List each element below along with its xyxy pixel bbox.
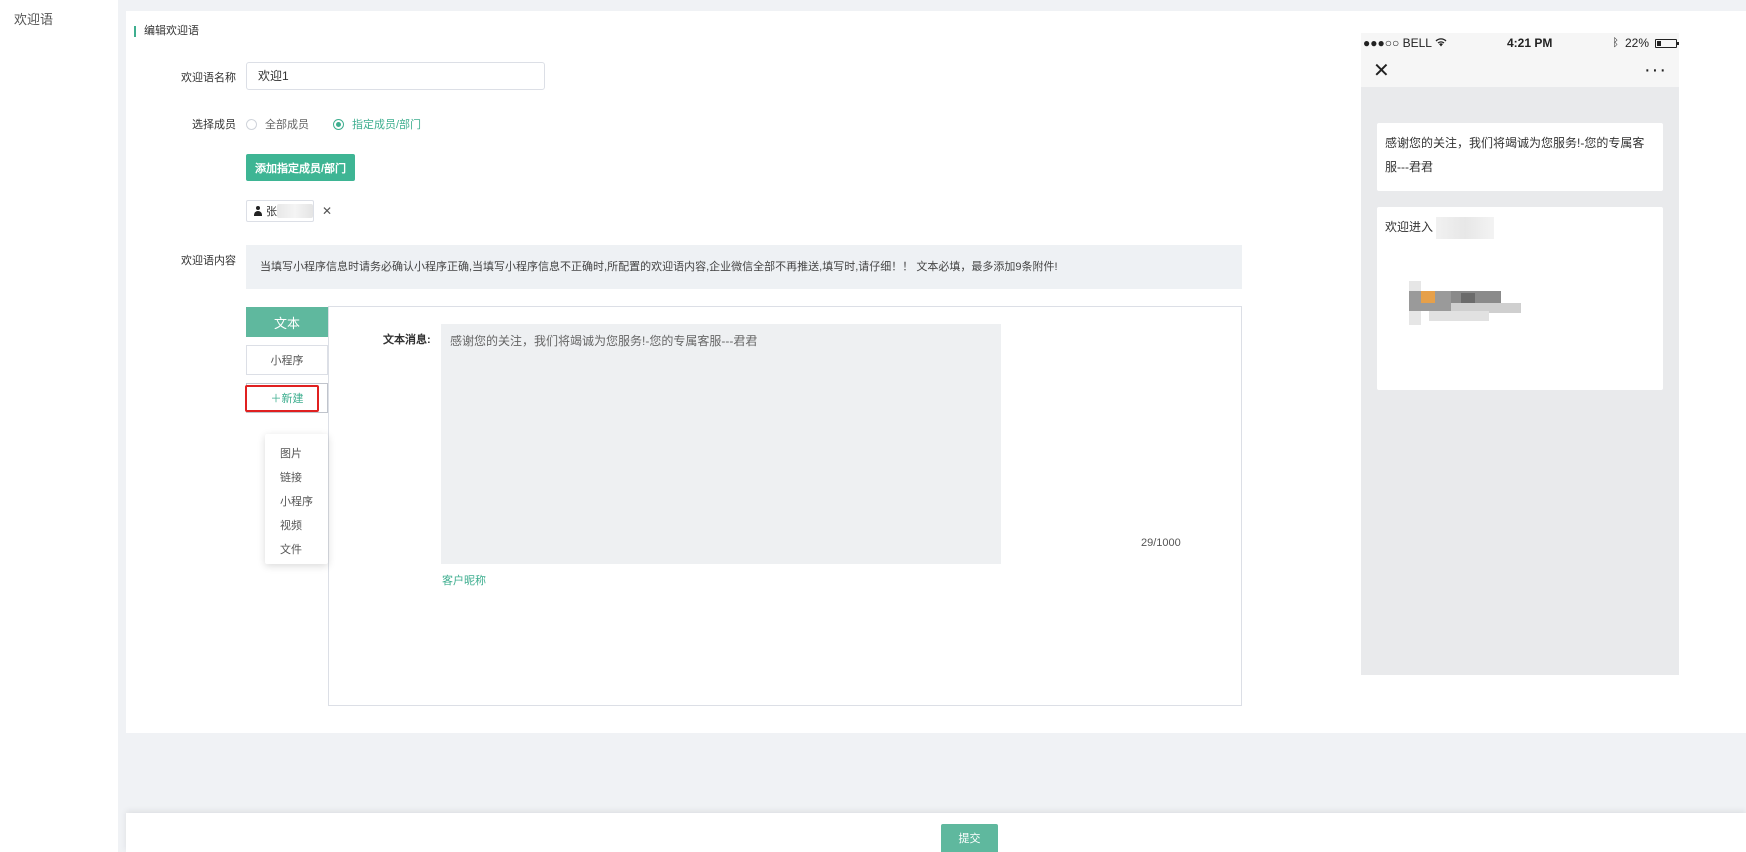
- radio-specific-members[interactable]: 指定成员/部门: [333, 116, 421, 132]
- char-counter: 29/1000: [1141, 537, 1181, 549]
- radio-specific-label: 指定成员/部门: [352, 119, 422, 131]
- tab-new[interactable]: ＋新建: [245, 383, 328, 413]
- phone-preview: ●●●○○ BELL 4:21 PM ᛒ 22% ✕ ··· 感谢您的关注，我们…: [1361, 33, 1679, 675]
- dropdown-item-video[interactable]: 视频: [265, 514, 328, 538]
- blurred-title: [1436, 216, 1495, 239]
- phone-statusbar: ●●●○○ BELL 4:21 PM ᛒ 22%: [1361, 33, 1679, 53]
- text-message-label: 文本消息:: [383, 334, 431, 346]
- insert-nickname-link[interactable]: 客户昵称: [442, 572, 486, 588]
- member-tag-box: 张: [246, 200, 314, 222]
- battery-percent: 22%: [1624, 36, 1649, 50]
- blurred-image: [1399, 281, 1521, 327]
- dropdown-item-file[interactable]: 文件: [265, 538, 328, 562]
- member-tag-name: 张: [266, 206, 277, 218]
- status-right: ᛒ 22%: [1612, 36, 1679, 50]
- bluetooth-icon: ᛒ: [1612, 37, 1619, 49]
- close-icon[interactable]: ✕: [322, 204, 332, 218]
- radio-dot: [246, 118, 257, 130]
- preview-message-card: 欢迎进入: [1377, 207, 1663, 390]
- close-icon[interactable]: ✕: [1373, 58, 1390, 83]
- dropdown-item-image[interactable]: 图片: [265, 442, 328, 466]
- notice-banner: 当填写小程序信息时请务必确认小程序正确,当填写小程序信息不正确时,所配置的欢迎语…: [246, 245, 1242, 289]
- add-member-button[interactable]: 添加指定成员/部门: [246, 154, 355, 181]
- blurred-name: [277, 204, 313, 218]
- radio-all-label: 全部成员: [265, 119, 309, 131]
- nav-item-welcome[interactable]: 欢迎语: [14, 9, 53, 28]
- user-icon: [253, 206, 263, 216]
- phone-time: 4:21 PM: [1506, 36, 1553, 50]
- footer-bar: [126, 813, 1746, 852]
- radio-dot: [333, 118, 344, 130]
- welcome-name-input[interactable]: 欢迎1: [246, 62, 545, 90]
- tab-miniprogram[interactable]: 小程序: [246, 345, 328, 375]
- name-label: 欢迎语名称: [181, 72, 236, 84]
- radio-all-members[interactable]: 全部成员: [246, 116, 309, 132]
- carrier-text: ●●●○○ BELL: [1363, 36, 1432, 50]
- dropdown-item-link[interactable]: 链接: [265, 466, 328, 490]
- new-attachment-dropdown: 图片 链接 小程序 视频 文件: [265, 434, 328, 564]
- submit-button[interactable]: 提交: [941, 824, 998, 852]
- text-message-textarea[interactable]: 感谢您的关注，我们将竭诚为您服务!-您的专属客服---君君: [441, 324, 1001, 564]
- left-nav: 欢迎语: [0, 0, 118, 852]
- tab-text[interactable]: 文本: [246, 307, 328, 337]
- battery-icon: [1655, 38, 1679, 48]
- member-label: 选择成员: [192, 119, 236, 131]
- preview-message-text: 感谢您的关注，我们将竭诚为您服务!-您的专属客服---君君: [1377, 123, 1663, 191]
- more-icon[interactable]: ···: [1644, 60, 1667, 80]
- carrier-signal: ●●●○○ BELL: [1363, 36, 1447, 50]
- preview-card-title: 欢迎进入: [1385, 220, 1434, 234]
- highlight-box: [245, 385, 319, 412]
- member-tag: 张 ✕: [246, 200, 332, 222]
- section-title: 编辑欢迎语: [134, 26, 199, 37]
- phone-navbar: ✕ ···: [1361, 53, 1679, 87]
- attachment-tabs: 文本 小程序 ＋新建: [245, 307, 328, 421]
- content-label: 欢迎语内容: [181, 255, 236, 267]
- wifi-icon: [1435, 36, 1447, 50]
- dropdown-item-miniprogram[interactable]: 小程序: [265, 490, 328, 514]
